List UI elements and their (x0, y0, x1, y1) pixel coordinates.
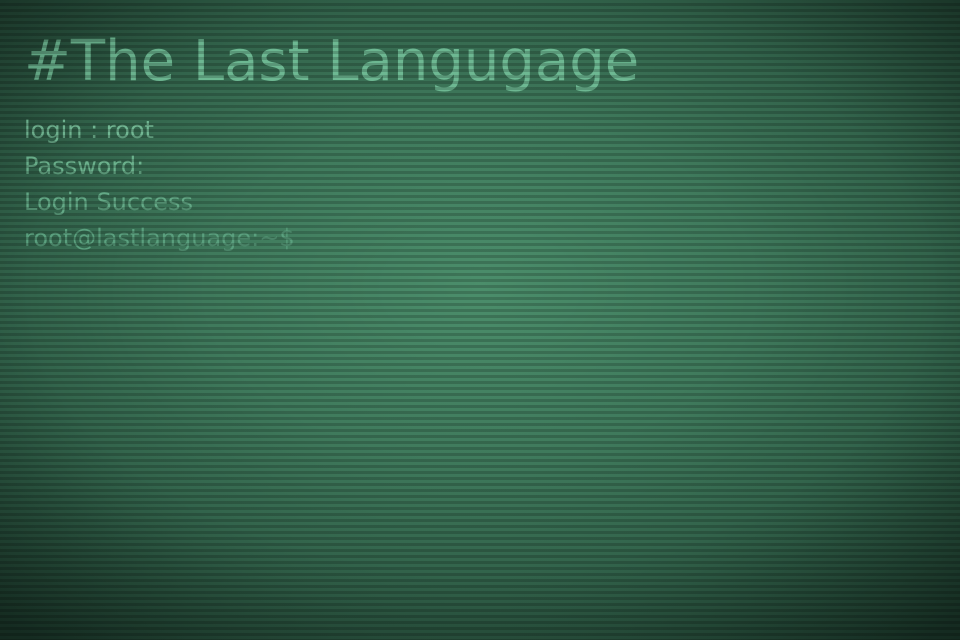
command-prompt[interactable]: root@lastlanguage:~$ (24, 220, 936, 256)
terminal-output[interactable]: login : root Password: Login Success roo… (24, 112, 936, 256)
login-status-line: Login Success (24, 188, 193, 216)
login-line: login : root (24, 116, 154, 144)
terminal-content: #The Last Langugage login : root Passwor… (24, 26, 936, 256)
page-title: #The Last Langugage (24, 29, 640, 94)
password-line: Password: (24, 152, 145, 180)
terminal-screen: #The Last Langugage login : root Passwor… (0, 0, 960, 640)
